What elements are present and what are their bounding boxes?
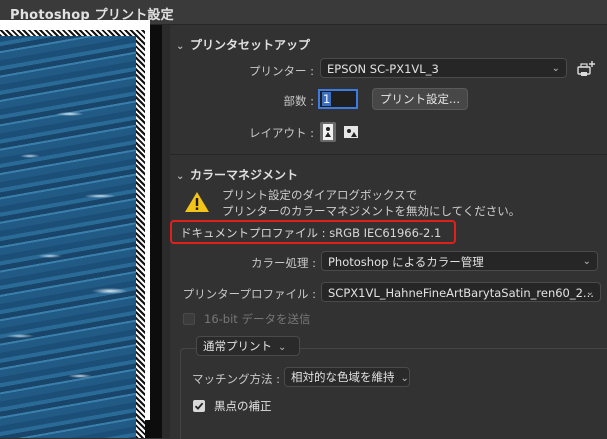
checkmark-icon bbox=[194, 402, 204, 410]
printer-profile-value: SCPX1VL_HahneFineArtBarytaSatin_ren60_2.… bbox=[328, 286, 594, 300]
chevron-down-icon: ⌄ bbox=[582, 256, 591, 267]
section-color-management-title: カラーマネジメント bbox=[190, 168, 299, 182]
document-profile-label: ドキュメントプロファイル : bbox=[180, 226, 326, 240]
color-handling-select[interactable]: Photoshop によるカラー管理 ⌄ bbox=[321, 251, 598, 271]
color-handling-label: カラー処理 : bbox=[250, 256, 316, 270]
print-mode-select[interactable]: 通常プリント ⌄ bbox=[196, 336, 300, 356]
printer-profile-label: プリンタープロファイル : bbox=[182, 287, 316, 301]
chevron-down-icon: ⌄ bbox=[176, 171, 185, 182]
print-mode-group bbox=[180, 348, 607, 439]
rendering-intent-value: 相対的な色域を維持 bbox=[291, 370, 395, 384]
sixteen-bit-checkbox[interactable] bbox=[183, 313, 195, 325]
landscape-orientation-icon[interactable] bbox=[342, 124, 360, 140]
portrait-orientation-icon[interactable] bbox=[320, 122, 336, 142]
sixteen-bit-label: 16-bit データを送信 bbox=[204, 312, 311, 326]
warning-message-line2: プリンターのカラーマネジメントを無効にしてください。 bbox=[222, 204, 521, 218]
chevron-down-icon: ⌄ bbox=[551, 63, 560, 74]
add-printer-icon[interactable] bbox=[576, 59, 596, 79]
print-mode-value: 通常プリント bbox=[203, 339, 272, 353]
printer-profile-select[interactable]: SCPX1VL_HahneFineArtBarytaSatin_ren60_2.… bbox=[321, 282, 601, 302]
printer-select-value: EPSON SC-PX1VL_3 bbox=[327, 62, 439, 76]
copies-value: 1 bbox=[322, 92, 332, 106]
chevron-down-icon: ⌄ bbox=[278, 342, 287, 353]
section-printer-setup-title: プリンタセットアップ bbox=[190, 38, 311, 52]
copies-input[interactable]: 1 bbox=[318, 89, 358, 109]
warning-message-line1: プリント設定のダイアログボックスで bbox=[222, 188, 418, 202]
color-handling-value: Photoshop によるカラー管理 bbox=[328, 255, 484, 269]
chevron-down-icon: ⌄ bbox=[585, 287, 594, 298]
print-settings-button[interactable]: プリント設定... bbox=[372, 88, 468, 110]
preview-image bbox=[0, 36, 136, 438]
section-color-management[interactable]: ⌄ カラーマネジメント bbox=[176, 166, 298, 183]
chevron-down-icon: ⌄ bbox=[400, 373, 409, 384]
warning-icon bbox=[184, 190, 210, 214]
panel-separator bbox=[162, 25, 170, 438]
rendering-intent-label: マッチング方法 : bbox=[192, 372, 281, 386]
chevron-down-icon: ⌄ bbox=[176, 41, 185, 52]
rendering-intent-select[interactable]: 相対的な色域を維持 ⌄ bbox=[284, 367, 410, 387]
section-divider bbox=[170, 154, 607, 155]
document-profile-value: sRGB IEC61966-2.1 bbox=[329, 226, 442, 240]
section-printer-setup[interactable]: ⌄ プリンタセットアップ bbox=[176, 36, 310, 53]
black-point-label: 黒点の補正 bbox=[214, 399, 272, 413]
printer-select[interactable]: EPSON SC-PX1VL_3 ⌄ bbox=[320, 58, 567, 78]
printer-label: プリンター : bbox=[248, 64, 314, 78]
layout-label: レイアウト : bbox=[248, 126, 314, 140]
black-point-checkbox[interactable] bbox=[193, 400, 205, 412]
copies-label: 部数 : bbox=[283, 94, 314, 108]
document-profile: ドキュメントプロファイル : sRGB IEC61966-2.1 bbox=[180, 225, 441, 241]
